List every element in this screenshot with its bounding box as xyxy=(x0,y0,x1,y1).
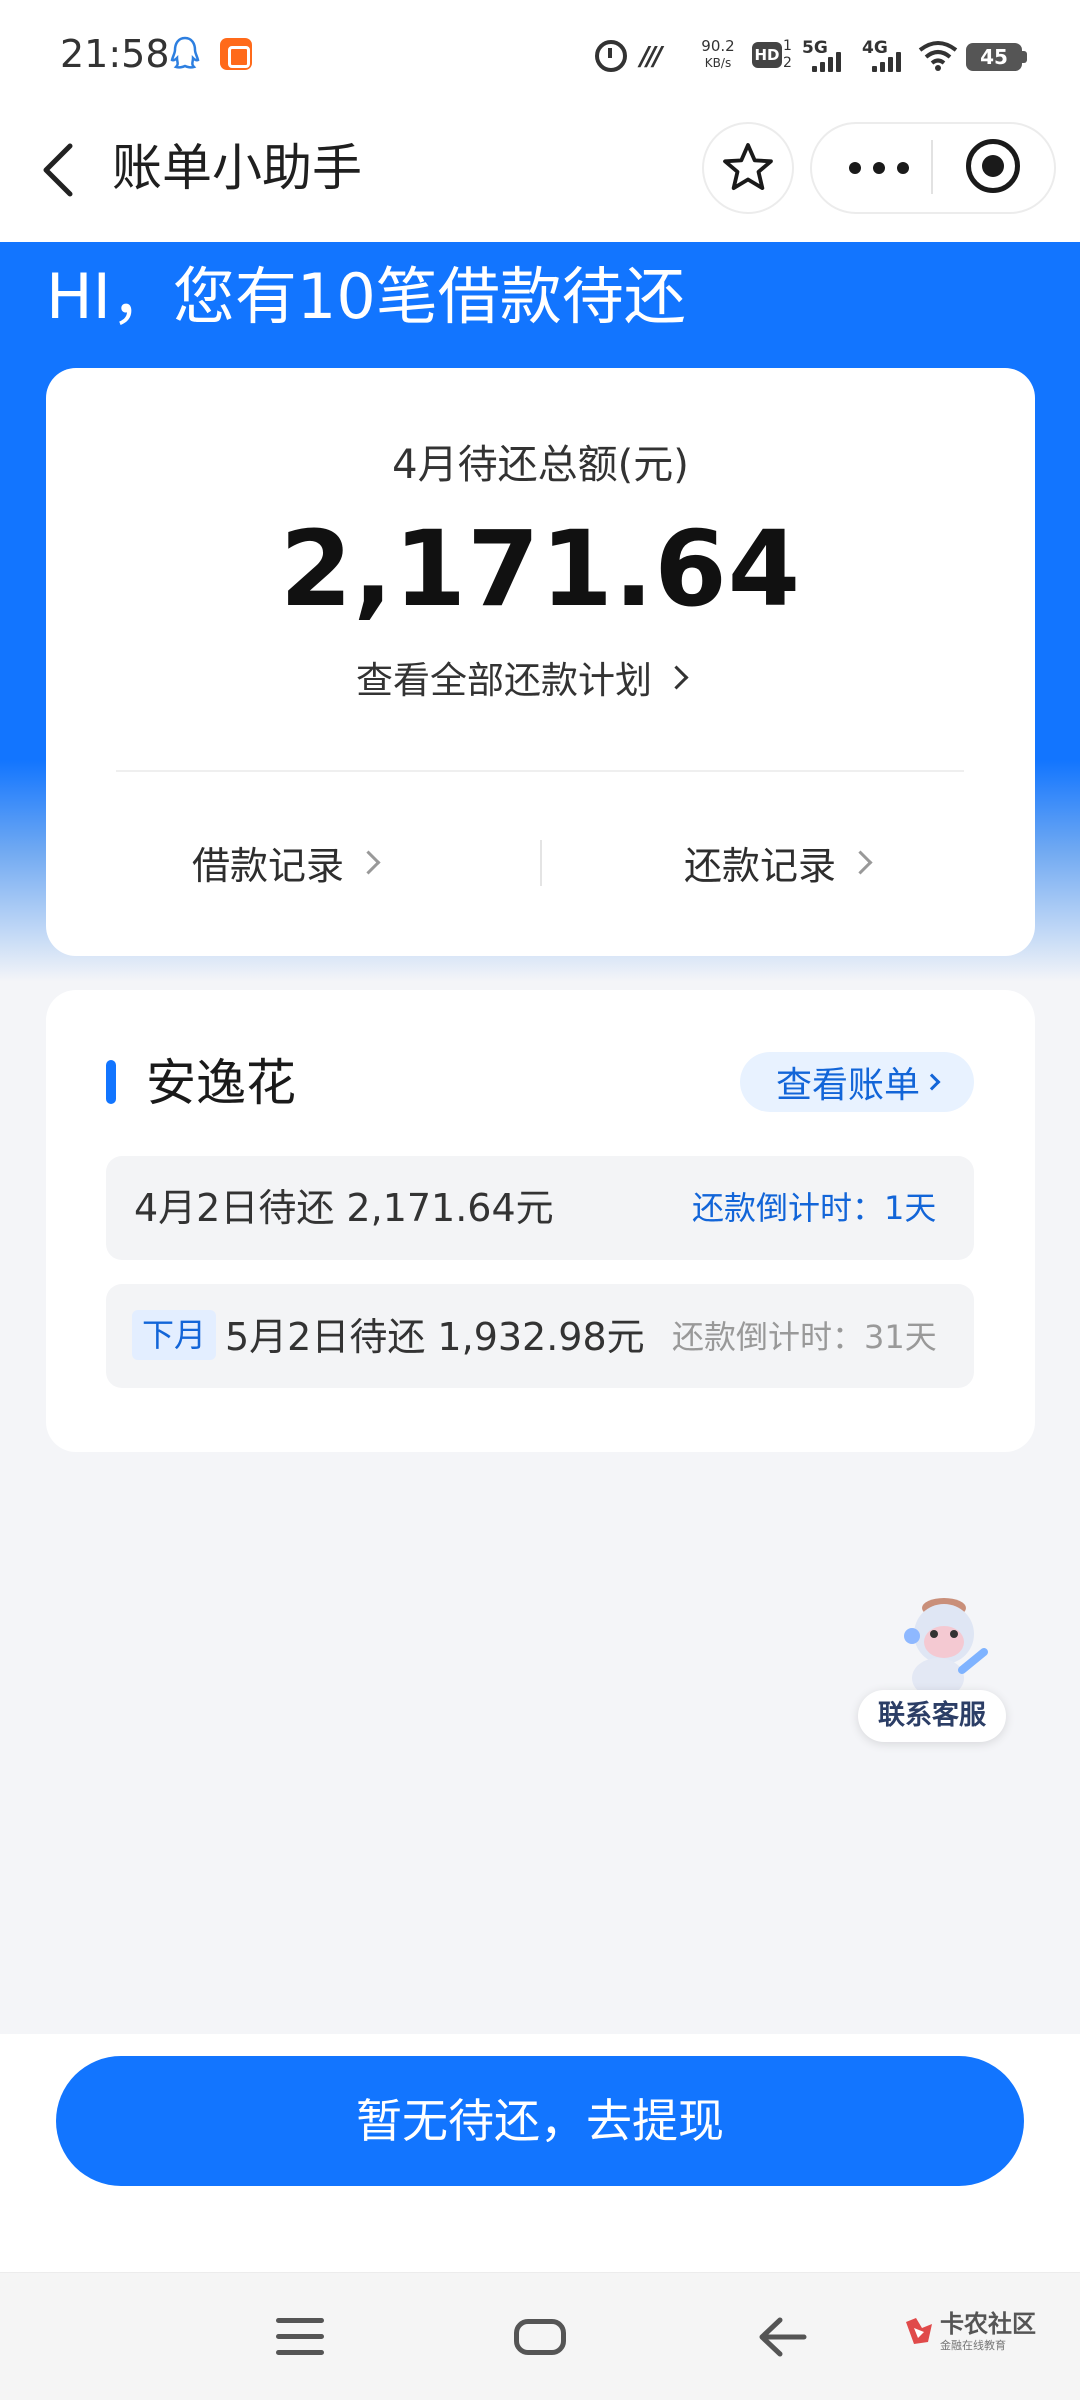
loan-records-link[interactable]: 借款记录 xyxy=(192,834,381,890)
card-divider xyxy=(116,770,964,772)
hd-icon: HD xyxy=(752,42,782,68)
net-speed: 90.2 KB/s xyxy=(696,38,740,72)
star-icon xyxy=(723,143,773,190)
system-back-icon[interactable] xyxy=(756,2314,808,2360)
watermark-name: 卡农社区 xyxy=(940,2310,1036,2338)
chevron-right-icon xyxy=(848,849,873,875)
view-repayment-plan-link[interactable]: 查看全部还款计划 xyxy=(356,650,689,704)
record-divider xyxy=(540,840,542,886)
withdraw-button[interactable]: 暂无待还，去提现 xyxy=(56,2056,1024,2186)
lender-name: 安逸花 xyxy=(146,1054,296,1112)
contact-service-button[interactable]: 联系客服 xyxy=(858,1690,1006,1742)
net-speed-unit: KB/s xyxy=(704,56,732,70)
net-speed-value: 90.2 xyxy=(701,37,735,55)
loan-records-label: 借款记录 xyxy=(192,843,345,888)
chevron-right-icon xyxy=(923,1073,941,1091)
bill-row-text: 4月2日待还 2,171.64元 xyxy=(134,1186,554,1230)
status-time: 21:58 xyxy=(60,32,170,76)
recent-apps-icon[interactable] xyxy=(276,2318,324,2356)
watermark-sub: 金融在线教育 xyxy=(940,2339,1006,2352)
chevron-right-icon xyxy=(356,849,381,875)
close-miniapp-icon[interactable] xyxy=(966,139,1020,193)
back-icon[interactable] xyxy=(36,140,86,200)
plan-link-label: 查看全部还款计划 xyxy=(356,659,652,702)
capsule-divider xyxy=(931,140,933,194)
customer-service-mascot-icon[interactable] xyxy=(888,1592,1000,1702)
alarm-icon xyxy=(595,40,627,72)
battery-icon: 45 xyxy=(966,43,1022,71)
bill-row-text: 5月2日待还 1,932.98元 xyxy=(225,1315,645,1359)
total-label: 4月待还总额(元) xyxy=(392,442,689,488)
page-title: 账单小助手 xyxy=(112,139,362,197)
battery-tip xyxy=(1022,51,1027,63)
repay-records-link[interactable]: 还款记录 xyxy=(684,834,873,890)
view-bill-label: 查看账单 xyxy=(775,1065,920,1106)
app-notification-icon xyxy=(220,38,252,70)
home-icon[interactable] xyxy=(514,2319,566,2355)
next-month-tag: 下月 xyxy=(132,1310,217,1360)
signal-4g-icon xyxy=(872,50,906,72)
qq-notification-icon xyxy=(170,36,200,69)
bill-row-countdown: 还款倒计时：31天 xyxy=(672,1318,937,1356)
repay-records-label: 还款记录 xyxy=(684,843,837,888)
greeting-text: HI，您有10笔借款待还 xyxy=(46,260,686,333)
view-bill-button[interactable]: 查看账单 xyxy=(740,1052,974,1112)
nfc-icon: /// xyxy=(640,42,662,72)
watermark-logo-icon xyxy=(906,2318,932,2344)
favorite-button[interactable] xyxy=(702,122,794,214)
more-icon[interactable] xyxy=(846,158,912,178)
section-accent-bar xyxy=(106,1060,116,1104)
bill-row-countdown: 还款倒计时：1天 xyxy=(692,1189,937,1227)
total-amount: 2,171.64 xyxy=(279,508,802,630)
hd-sub: 1 2 xyxy=(783,38,792,71)
chevron-right-icon xyxy=(664,664,689,690)
signal-5g-icon xyxy=(812,50,846,72)
wifi-icon xyxy=(918,41,958,71)
